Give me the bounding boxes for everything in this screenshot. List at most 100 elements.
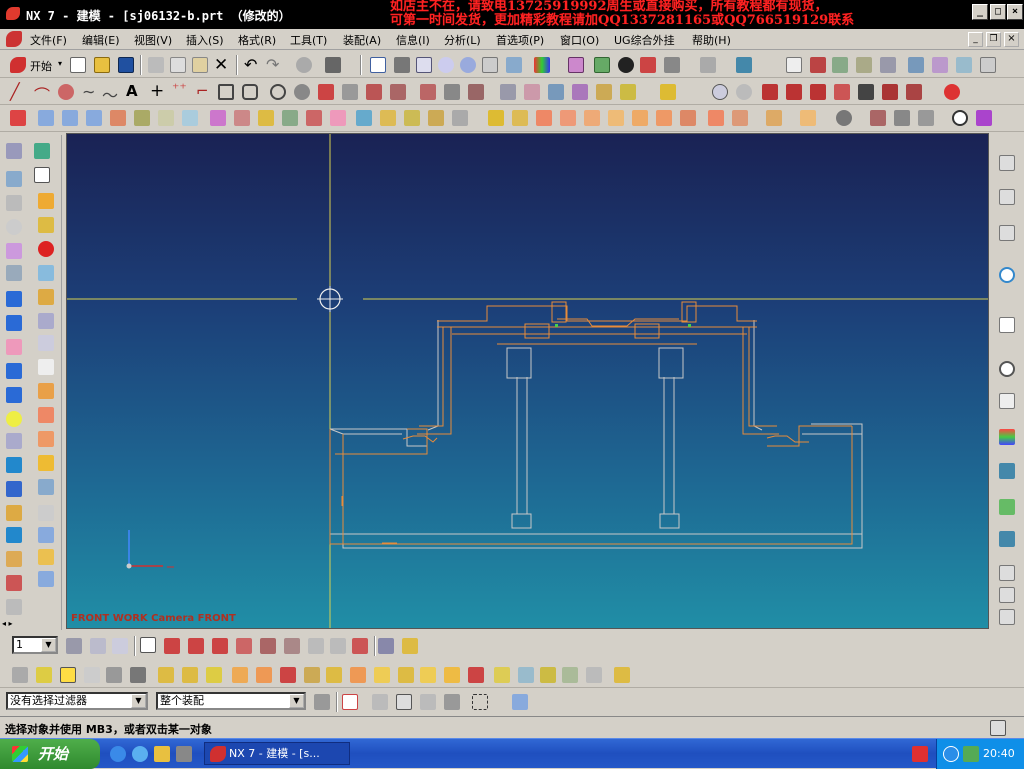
roles-tab-icon[interactable] (999, 499, 1015, 515)
doc-close-button[interactable]: × (1004, 32, 1019, 47)
constraint-nav-tab-icon[interactable] (999, 189, 1015, 205)
sheet-metal-icon[interactable] (708, 110, 724, 126)
perspective-icon[interactable] (506, 57, 522, 73)
wcs-dynamic-icon[interactable] (232, 667, 248, 683)
menu-edit[interactable]: 编辑(E) (82, 32, 120, 48)
clock-icon[interactable] (952, 110, 968, 126)
shell-icon[interactable] (488, 110, 504, 126)
macro-icon[interactable] (420, 667, 436, 683)
dart-icon[interactable] (258, 110, 274, 126)
pad-icon[interactable] (182, 110, 198, 126)
flange-icon[interactable] (732, 110, 748, 126)
sketch-icon[interactable] (786, 57, 802, 73)
shell-left-icon[interactable] (38, 431, 54, 447)
extend-icon[interactable] (810, 84, 826, 100)
unbend-icon[interactable] (800, 110, 816, 126)
boss-icon[interactable] (134, 110, 150, 126)
copy-icon[interactable] (170, 57, 186, 73)
edit-parameters-icon[interactable] (12, 667, 28, 683)
info-assembly-icon[interactable] (586, 667, 602, 683)
part-nav-icon[interactable] (908, 57, 924, 73)
extrude-icon[interactable] (38, 110, 54, 126)
boss-left-icon[interactable] (6, 387, 22, 403)
pattern-icon[interactable] (536, 110, 552, 126)
folder-box-icon[interactable] (38, 549, 54, 565)
snap-midpoint-icon[interactable] (188, 638, 204, 654)
thicken-icon[interactable] (632, 110, 648, 126)
redo-icon[interactable]: ↷ (266, 55, 279, 74)
snap-intersection-icon[interactable] (260, 638, 276, 654)
zoom-window-icon[interactable] (394, 57, 410, 73)
datum-plane-icon[interactable] (38, 313, 54, 329)
conic-icon[interactable] (294, 84, 310, 100)
layer-move-icon[interactable] (112, 638, 128, 654)
attribute-icon[interactable] (468, 667, 484, 683)
snap-control-icon[interactable] (284, 638, 300, 654)
extract-curve-icon[interactable] (468, 84, 484, 100)
browser-icon[interactable] (132, 746, 148, 762)
measure-icon[interactable] (810, 57, 826, 73)
snap-quadrant-icon[interactable] (236, 638, 252, 654)
draft-icon[interactable] (512, 110, 528, 126)
edge-select-icon[interactable] (444, 694, 460, 710)
unblank-icon[interactable] (106, 667, 122, 683)
scroll-up-icon[interactable] (999, 565, 1015, 581)
selection-intent-icon[interactable] (342, 694, 358, 710)
doc-minimize-button[interactable]: _ (968, 32, 983, 47)
intersect-icon[interactable] (404, 110, 420, 126)
pocket-icon[interactable] (158, 110, 174, 126)
start-button[interactable]: 开始 (30, 58, 52, 74)
assembly-scope-chevron-down-icon[interactable]: ▼ (289, 694, 304, 708)
line-icon[interactable]: ╱ (10, 82, 20, 101)
cube-icon[interactable] (38, 571, 54, 587)
ellipse-icon[interactable] (270, 84, 286, 100)
chamfer-left-icon[interactable] (6, 433, 22, 449)
minimize-button[interactable]: _ (972, 4, 988, 20)
menu-insert[interactable]: 插入(S) (186, 32, 224, 48)
sphere-icon[interactable] (38, 241, 54, 257)
invert-blank-icon[interactable] (130, 667, 146, 683)
move-face-icon[interactable] (870, 110, 886, 126)
command-finder-icon[interactable] (296, 57, 312, 73)
spline-icon[interactable]: ∼ (82, 82, 95, 101)
draft-left-icon[interactable] (6, 457, 22, 473)
edit-curve-icon[interactable] (620, 84, 636, 100)
menu-info[interactable]: 信息(I) (396, 32, 430, 48)
chamfer-feature-icon[interactable] (452, 110, 468, 126)
project-curve-icon[interactable] (390, 84, 406, 100)
snap-endpoint-icon[interactable] (164, 638, 180, 654)
arc-icon[interactable]: ⌒ (34, 82, 50, 106)
scale-icon[interactable] (330, 110, 346, 126)
selection-tool-icon[interactable] (325, 57, 341, 73)
shaded-icon[interactable] (534, 57, 550, 73)
tube-left-icon[interactable] (6, 527, 22, 543)
box-icon[interactable] (38, 383, 54, 399)
spreadsheet-icon[interactable] (374, 667, 390, 683)
curve-icon[interactable]: ～ (102, 82, 118, 106)
snap-face-icon[interactable] (352, 638, 368, 654)
info-expression-icon[interactable] (540, 667, 556, 683)
reuse-library-icon[interactable] (34, 143, 50, 159)
doc-restore-button[interactable]: ❐ (986, 32, 1001, 47)
taskbar-nx-item[interactable]: NX 7 - 建模 - [s... (204, 742, 350, 765)
show-constraints-icon[interactable] (906, 84, 922, 100)
ie-icon[interactable] (110, 746, 126, 762)
part-nav-tab-icon[interactable] (999, 225, 1015, 241)
rectangle-icon[interactable] (218, 84, 234, 100)
hole-left-icon[interactable] (6, 363, 22, 379)
sweep-icon[interactable] (86, 110, 102, 126)
assembly-nav-tab-icon[interactable] (999, 155, 1015, 171)
constraint-navigator-icon[interactable] (6, 171, 22, 187)
assembly-scope-combo[interactable]: 整个装配 ▼ (156, 692, 306, 710)
process-tab-icon[interactable] (999, 463, 1015, 479)
grid-icon[interactable] (880, 57, 896, 73)
expression-icon[interactable] (350, 667, 366, 683)
history-nav-icon[interactable] (6, 219, 22, 235)
join-curve-icon[interactable] (500, 84, 516, 100)
pan-icon[interactable] (482, 57, 498, 73)
network-icon[interactable] (963, 746, 979, 762)
curve-length-icon[interactable] (660, 84, 676, 100)
grip-icon[interactable] (398, 667, 414, 683)
menu-tools[interactable]: 工具(T) (290, 32, 327, 48)
clock[interactable]: 20:40 (983, 739, 1015, 769)
